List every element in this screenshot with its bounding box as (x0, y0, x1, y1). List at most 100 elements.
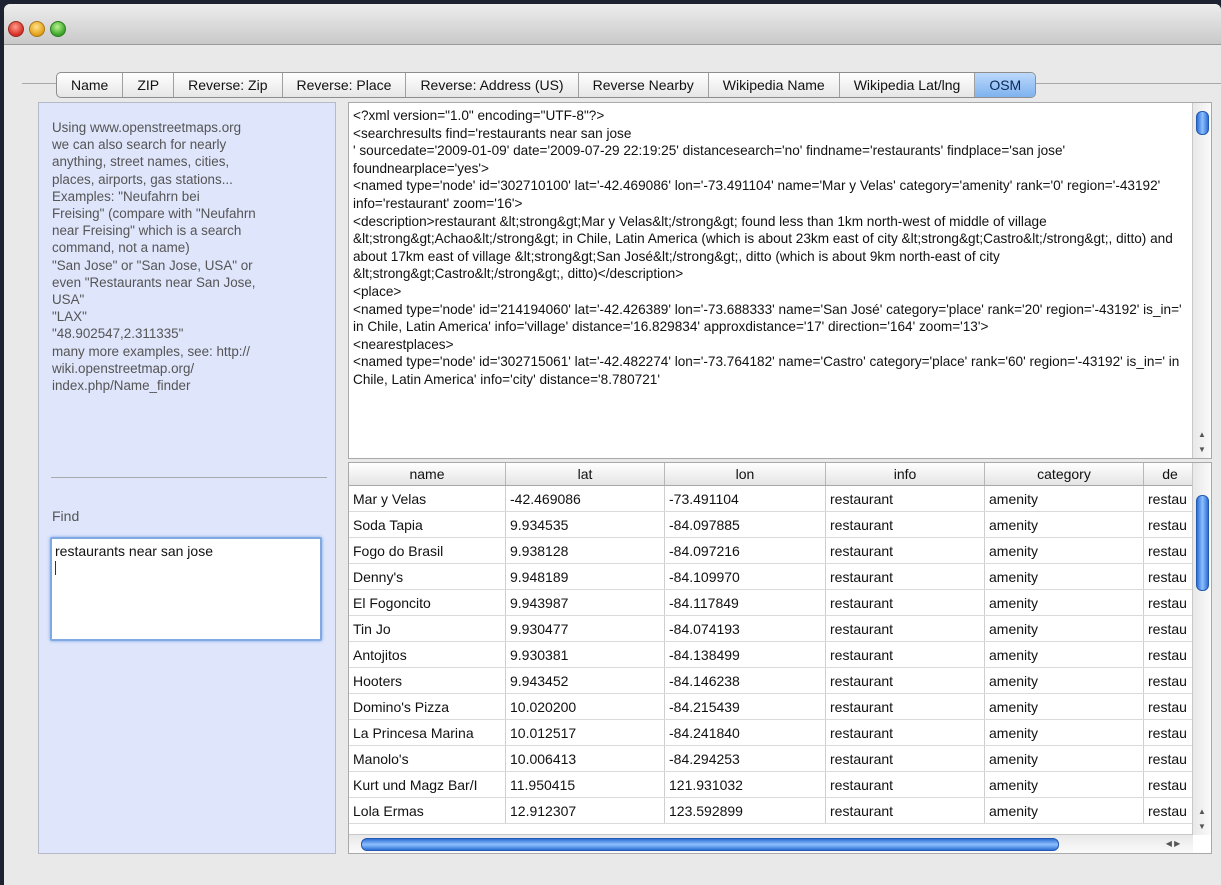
cell-lon: -84.215439 (664, 693, 826, 720)
xml-result-text: <?xml version="1.0" encoding="UTF-8"?> <… (353, 108, 1182, 387)
column-header-name[interactable]: name (349, 463, 506, 486)
cell-lat: 9.948189 (505, 563, 665, 590)
scroll-up-arrow-icon[interactable]: ▲ (1193, 804, 1211, 819)
left-panel: Using www.openstreetmaps.org we can also… (38, 102, 336, 854)
cell-lat: 9.938128 (505, 537, 665, 564)
cell-category: amenity (984, 537, 1144, 564)
cell-info: restaurant (825, 745, 985, 772)
cell-info: restaurant (825, 485, 985, 512)
xml-scroll-thumb[interactable] (1196, 111, 1209, 135)
scroll-down-arrow-icon[interactable]: ▼ (1193, 442, 1211, 457)
tab-reverse-nearby[interactable]: Reverse Nearby (579, 73, 709, 97)
text-caret (55, 561, 56, 575)
cell-name: Manolo's (349, 745, 506, 772)
xml-result-pane[interactable]: <?xml version="1.0" encoding="UTF-8"?> <… (348, 102, 1212, 459)
cell-lat: 10.012517 (505, 719, 665, 746)
tab-wikipedia-name[interactable]: Wikipedia Name (709, 73, 840, 97)
cell-lat: -42.469086 (505, 485, 665, 512)
scroll-down-arrow-icon[interactable]: ▼ (1193, 819, 1211, 834)
cell-name: La Princesa Marina (349, 719, 506, 746)
table-body: Mar y Velas -42.469086 -73.491104 restauran… (349, 485, 1197, 824)
cell-info: restaurant (825, 537, 985, 564)
cell-lat: 9.930477 (505, 615, 665, 642)
cell-lat: 12.912307 (505, 797, 665, 824)
cell-lon: -84.097885 (664, 511, 826, 538)
column-header-category[interactable]: category (984, 463, 1144, 486)
cell-category: amenity (984, 589, 1144, 616)
table-row[interactable]: El Fogoncito 9.943987 -84.117849 restaurant… (349, 589, 1197, 616)
cell-category: amenity (984, 641, 1144, 668)
table-row[interactable]: Domino's Pizza 10.020200 -84.215439 restaur… (349, 693, 1197, 720)
table-horizontal-scrollbar[interactable]: ◀ ▶ (349, 834, 1193, 853)
cell-info: restaurant (825, 693, 985, 720)
cell-name: Fogo do Brasil (349, 537, 506, 564)
cell-de: restau (1143, 615, 1197, 642)
cell-info: restaurant (825, 771, 985, 798)
table-hscroll-thumb[interactable] (361, 838, 1059, 851)
cell-de: restau (1143, 771, 1197, 798)
cell-lon: -84.109970 (664, 563, 826, 590)
cell-name: Soda Tapia (349, 511, 506, 538)
cell-de: restau (1143, 693, 1197, 720)
cell-lat: 10.006413 (505, 745, 665, 772)
column-header-de[interactable]: de (1143, 463, 1197, 486)
cell-category: amenity (984, 693, 1144, 720)
close-window-button[interactable] (8, 21, 24, 37)
cell-name: Hooters (349, 667, 506, 694)
tab-reverse-address-us[interactable]: Reverse: Address (US) (406, 73, 579, 97)
cell-info: restaurant (825, 511, 985, 538)
tab-bar: Name ZIP Reverse: Zip Reverse: Place Reverse… (56, 72, 1037, 98)
table-row[interactable]: Lola Ermas 12.912307 123.592899 restaurant a… (349, 797, 1197, 824)
cell-category: amenity (984, 771, 1144, 798)
cell-category: amenity (984, 797, 1144, 824)
cell-lon: -84.294253 (664, 745, 826, 772)
table-scroll-thumb[interactable] (1196, 495, 1209, 591)
tab-reverse-zip[interactable]: Reverse: Zip (174, 73, 283, 97)
table-row[interactable]: Tin Jo 9.930477 -84.074193 restaurant amenit… (349, 615, 1197, 642)
table-row[interactable]: Antojitos 9.930381 -84.138499 restaurant ame… (349, 641, 1197, 668)
cell-lon: -84.146238 (664, 667, 826, 694)
xml-vertical-scrollbar[interactable]: ▲ ▼ (1192, 103, 1211, 458)
cell-de: restau (1143, 485, 1197, 512)
cell-lat: 9.934535 (505, 511, 665, 538)
cell-lon: -84.138499 (664, 641, 826, 668)
tab-wikipedia-lat-lng[interactable]: Wikipedia Lat/lng (840, 73, 976, 97)
tab-zip[interactable]: ZIP (123, 73, 175, 97)
cell-lon: 123.592899 (664, 797, 826, 824)
table-row[interactable]: Mar y Velas -42.469086 -73.491104 restauran… (349, 485, 1197, 512)
zoom-window-button[interactable] (50, 21, 66, 37)
find-input[interactable]: restaurants near san jose (50, 537, 322, 641)
cell-name: Lola Ermas (349, 797, 506, 824)
table-row[interactable]: Fogo do Brasil 9.938128 -84.097216 restaura… (349, 537, 1197, 564)
column-header-lat[interactable]: lat (505, 463, 665, 486)
cell-category: amenity (984, 745, 1144, 772)
tab-reverse-place[interactable]: Reverse: Place (283, 73, 407, 97)
cell-lat: 10.020200 (505, 693, 665, 720)
hscroll-arrows-icon[interactable]: ◀ ▶ (1153, 835, 1193, 853)
table-row[interactable]: Kurt und Magz Bar/I 11.950415 121.931032 re… (349, 771, 1197, 798)
table-row[interactable]: Denny's 9.948189 -84.109970 restaurant ameni… (349, 563, 1197, 590)
cell-lon: -73.491104 (664, 485, 826, 512)
cell-info: restaurant (825, 615, 985, 642)
results-table: name lat lon info category de Mar y Velas -42.… (349, 463, 1197, 824)
tab-name[interactable]: Name (57, 73, 124, 97)
cell-de: restau (1143, 797, 1197, 824)
column-header-info[interactable]: info (825, 463, 985, 486)
cell-name: Domino's Pizza (349, 693, 506, 720)
cell-info: restaurant (825, 719, 985, 746)
minimize-window-button[interactable] (29, 21, 45, 37)
cell-name: Mar y Velas (349, 485, 506, 512)
table-row[interactable]: Soda Tapia 9.934535 -84.097885 restaurant am… (349, 511, 1197, 538)
tab-osm[interactable]: OSM (975, 73, 1036, 97)
cell-de: restau (1143, 745, 1197, 772)
table-row[interactable]: Manolo's 10.006413 -84.294253 restaurant ame… (349, 745, 1197, 772)
scroll-up-arrow-icon[interactable]: ▲ (1193, 427, 1211, 442)
table-row[interactable]: Hooters 9.943452 -84.146238 restaurant ameni… (349, 667, 1197, 694)
cell-name: Tin Jo (349, 615, 506, 642)
column-header-lon[interactable]: lon (664, 463, 826, 486)
cell-de: restau (1143, 719, 1197, 746)
table-vertical-scrollbar[interactable]: ▲ ▼ (1192, 463, 1211, 835)
table-row[interactable]: La Princesa Marina 10.012517 -84.241840 res… (349, 719, 1197, 746)
cell-lon: -84.117849 (664, 589, 826, 616)
cell-name: Denny's (349, 563, 506, 590)
